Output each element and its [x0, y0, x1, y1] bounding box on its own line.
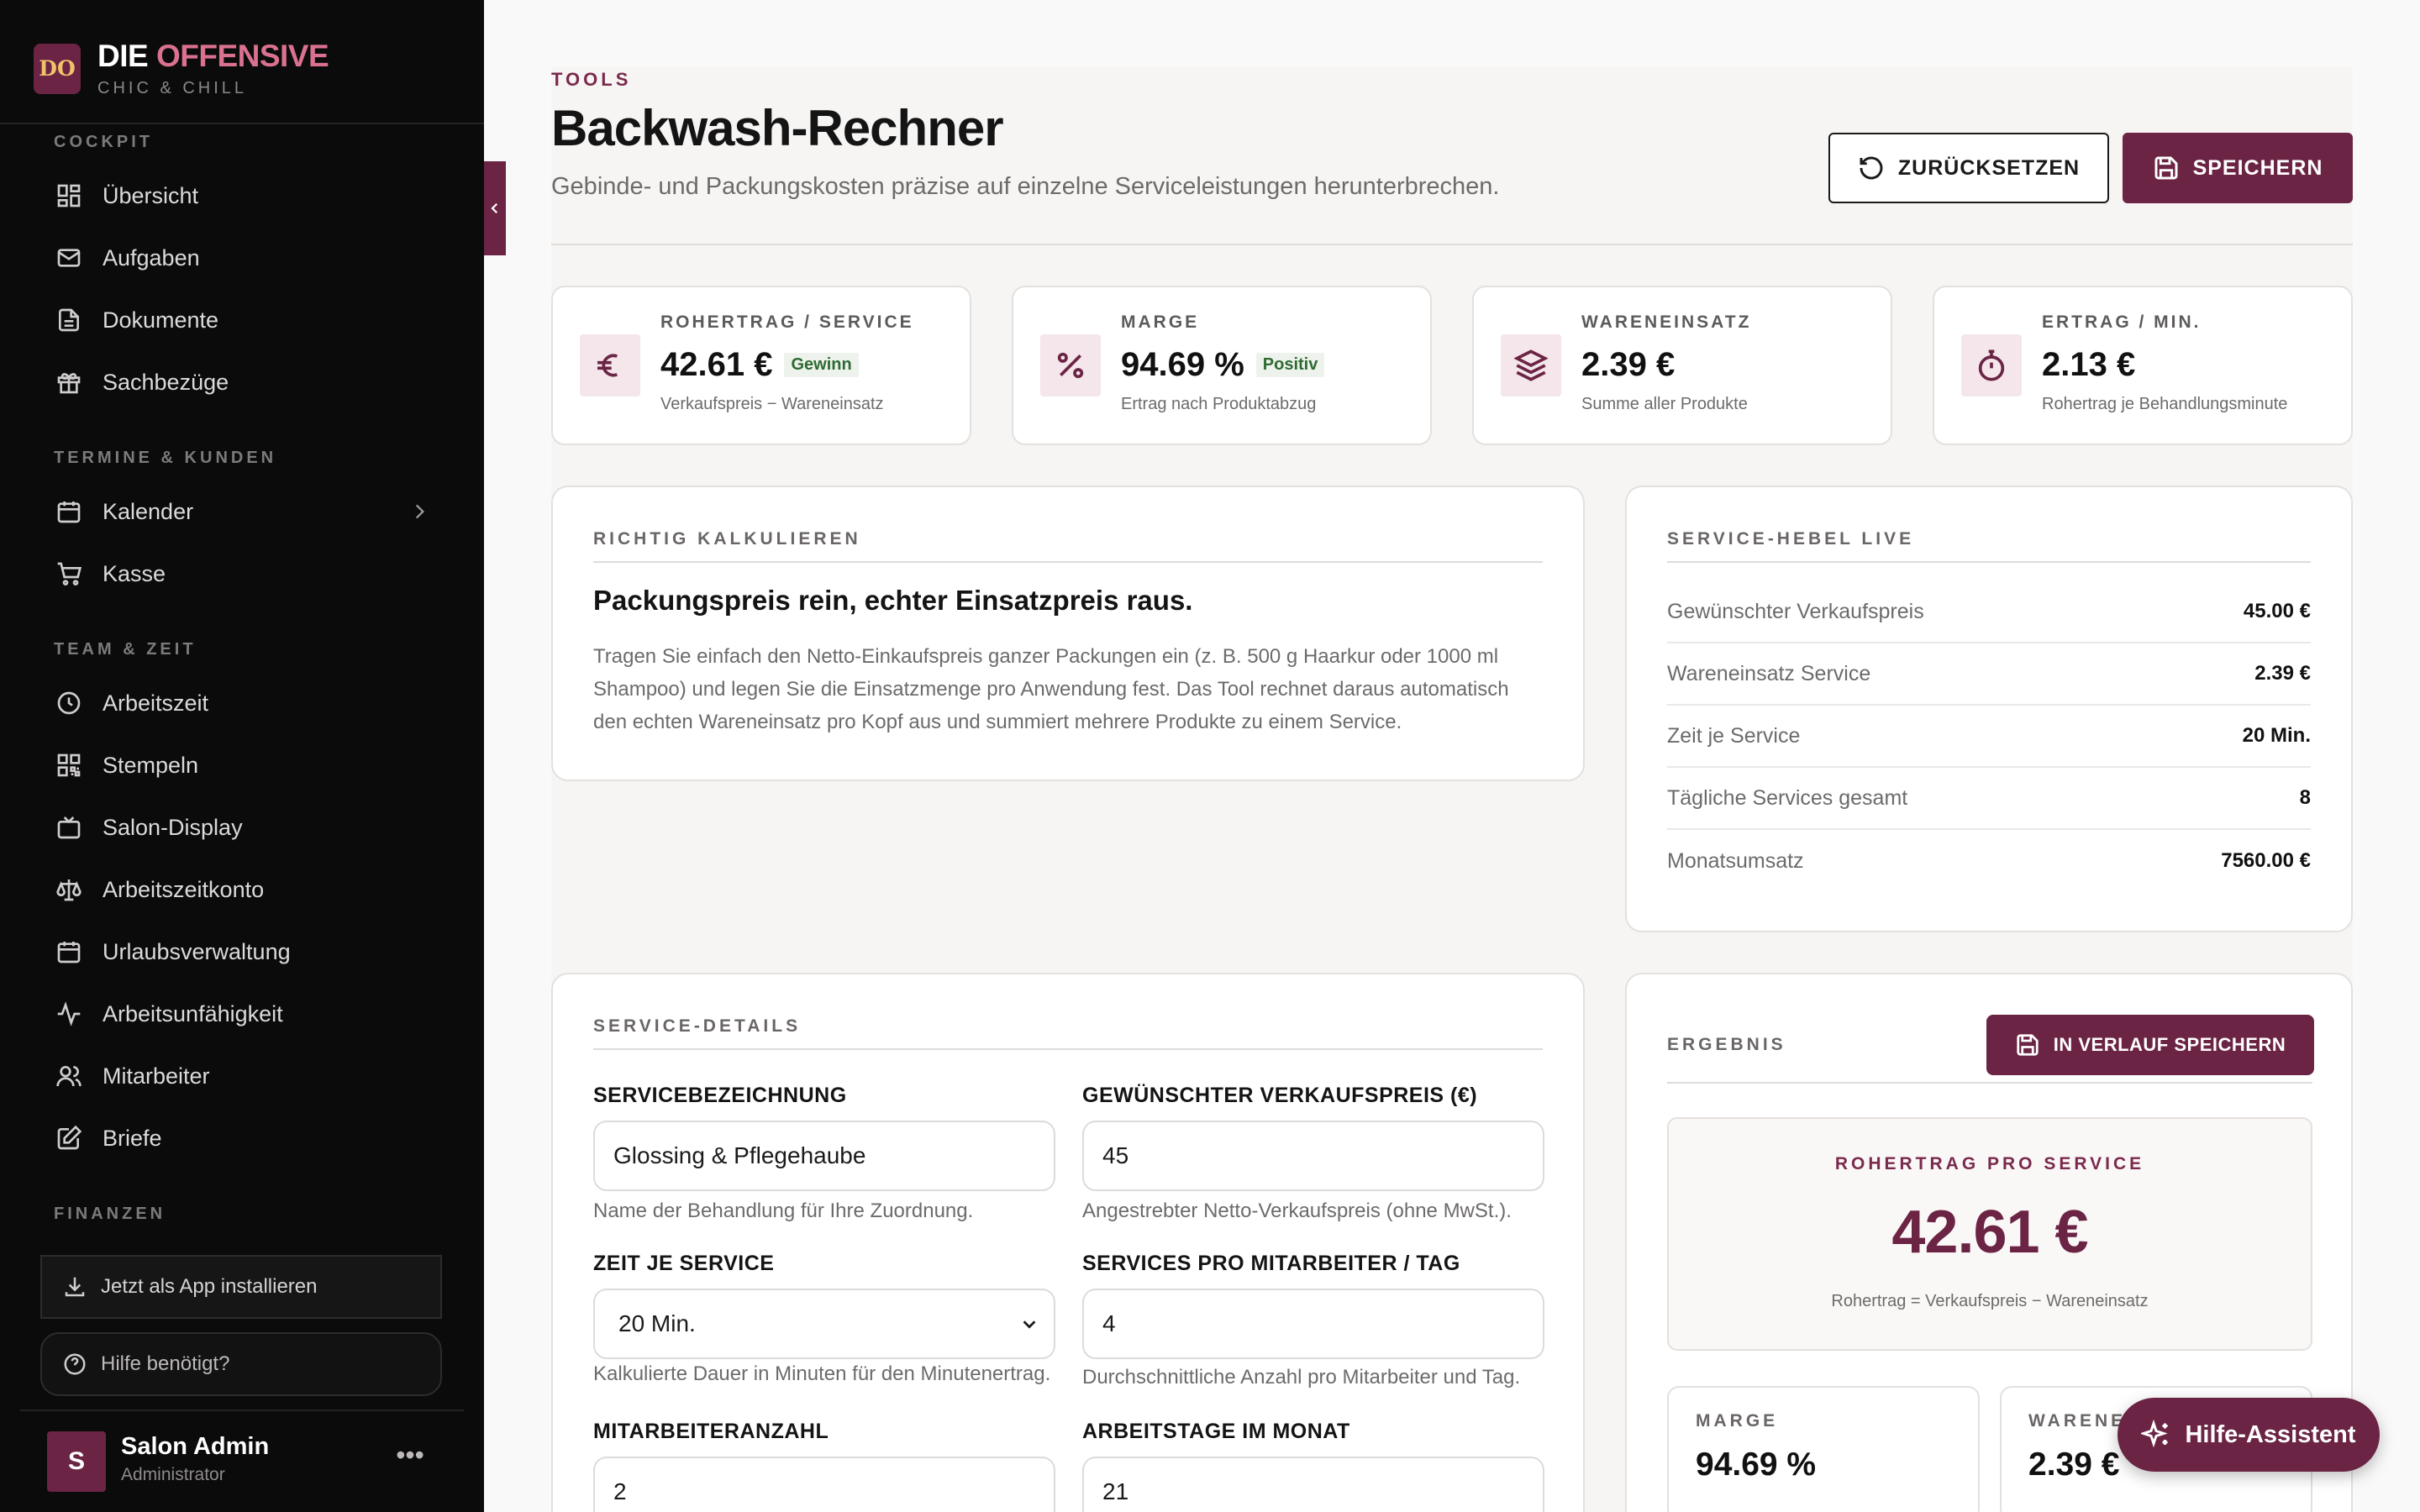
install-app-button[interactable]: Jetzt als App installieren	[40, 1255, 442, 1319]
layers-icon	[1501, 334, 1561, 396]
help-assistant-button[interactable]: Hilfe-Assistent	[2118, 1398, 2380, 1472]
users-icon	[54, 1061, 84, 1091]
lever-row: Tägliche Services gesamt 8	[1667, 768, 2311, 830]
lever-row: Zeit je Service 20 Min.	[1667, 706, 2311, 768]
service-name-input[interactable]: Glossing & Pflegehaube	[593, 1121, 1055, 1191]
brand-subtitle: CHIC & CHILL	[97, 79, 248, 97]
sidebar-item-briefe[interactable]: Briefe	[54, 1115, 430, 1162]
sidebar-item-urlaubsverwaltung[interactable]: Urlaubsverwaltung	[54, 928, 430, 975]
intro-card: RICHTIG KALKULIEREN Packungspreis rein, …	[551, 486, 1585, 781]
kpi-card-ertrag-min: ERTRAG / MIN. 2.13 € Rohertrag je Behand…	[1933, 286, 2353, 445]
sidebar-item-arbeitszeit[interactable]: Arbeitszeit	[54, 680, 430, 727]
result-main: ROHERTRAG PRO SERVICE 42.61 € Rohertrag …	[1667, 1117, 2312, 1351]
sidebar-item-sachbezuege[interactable]: Sachbezüge	[54, 359, 430, 406]
brand-logo: DO	[34, 43, 81, 94]
intro-body: Tragen Sie einfach den Netto-Einkaufspre…	[593, 645, 1509, 733]
save-icon	[2154, 156, 2178, 180]
percent-icon	[1040, 334, 1101, 396]
scale-icon	[54, 874, 84, 905]
avatar[interactable]: S	[47, 1431, 106, 1492]
divider	[551, 244, 2353, 245]
sidebar-item-aufgaben[interactable]: Aufgaben	[54, 234, 430, 281]
gift-icon	[54, 367, 84, 397]
status-badge: Positiv	[1255, 353, 1325, 377]
chevron-right-icon[interactable]	[408, 501, 430, 522]
collapse-sidebar-button[interactable]	[484, 161, 506, 255]
nav-section-cockpit: COCKPIT	[54, 133, 153, 151]
divider	[0, 123, 484, 124]
sidebar-item-arbeitsunfaehigkeit[interactable]: Arbeitsunfähigkeit	[54, 990, 430, 1037]
sidebar: DO DIE OFFENSIVE CHIC & CHILL COCKPIT Üb…	[0, 0, 484, 1512]
clock-icon	[54, 688, 84, 718]
sparkle-icon	[2141, 1420, 2169, 1448]
page-eyebrow: TOOLS	[551, 69, 632, 90]
timer-icon	[1961, 334, 2022, 396]
calendar-icon	[54, 496, 84, 527]
mail-icon	[54, 243, 84, 273]
save-to-history-button[interactable]: IN VERLAUF SPEICHERN	[1986, 1015, 2314, 1075]
status-badge: Gewinn	[784, 353, 859, 377]
tv-icon	[54, 812, 84, 843]
intro-heading: Packungspreis rein, echter Einsatzpreis …	[593, 585, 1193, 616]
employee-count-input[interactable]: 2	[593, 1457, 1055, 1512]
nav-section-termine: TERMINE & KUNDEN	[54, 449, 277, 467]
chevron-left-icon	[491, 202, 498, 214]
cart-icon	[54, 559, 84, 589]
workdays-input[interactable]: 21	[1082, 1457, 1544, 1512]
page-subtitle: Gebinde- und Packungskosten präzise auf …	[551, 173, 1500, 200]
levers-card: SERVICE-HEBEL LIVE Gewünschter Verkaufsp…	[1625, 486, 2353, 932]
sidebar-item-kalender[interactable]: Kalender	[54, 488, 430, 535]
user-role: Administrator	[121, 1465, 225, 1484]
divider	[20, 1410, 464, 1411]
service-details-card: SERVICE-DETAILS SERVICEBEZEICHNUNG Gloss…	[551, 973, 1585, 1512]
reset-icon	[1860, 156, 1883, 180]
lever-row: Gewünschter Verkaufspreis 45.00 €	[1667, 581, 2311, 643]
reset-button[interactable]: ZURÜCKSETZEN	[1828, 133, 2109, 203]
lever-row: Wareneinsatz Service 2.39 €	[1667, 643, 2311, 706]
nav-section-finanzen: FINANZEN	[54, 1205, 166, 1223]
sidebar-item-salon-display[interactable]: Salon-Display	[54, 804, 430, 851]
kpi-card-wareneinsatz: WARENEINSATZ 2.39 € Summe aller Produkte	[1472, 286, 1892, 445]
document-icon	[54, 305, 84, 335]
save-icon	[2017, 1034, 2039, 1056]
nav-section-team: TEAM & ZEIT	[54, 640, 197, 659]
help-button[interactable]: Hilfe benötigt?	[40, 1332, 442, 1396]
sidebar-item-kasse[interactable]: Kasse	[54, 550, 430, 597]
sidebar-item-dokumente[interactable]: Dokumente	[54, 297, 430, 344]
dashboard-icon	[54, 181, 84, 211]
lever-row: Monatsumsatz 7560.00 €	[1667, 848, 2311, 873]
services-per-day-input[interactable]: 4	[1082, 1289, 1544, 1359]
sidebar-item-stempeln[interactable]: Stempeln	[54, 742, 430, 789]
euro-icon	[580, 334, 640, 396]
pulse-icon	[54, 999, 84, 1029]
result-mini-marge: MARGE 94.69 %	[1667, 1386, 1980, 1512]
kpi-card-rohertrag: ROHERTRAG / SERVICE 42.61 € Gewinn Verkau…	[551, 286, 971, 445]
download-icon	[65, 1277, 85, 1297]
page-title: Backwash-Rechner	[551, 100, 1004, 156]
chevron-down-icon	[1023, 1320, 1036, 1329]
save-button[interactable]: SPEICHERN	[2123, 133, 2353, 203]
help-icon	[64, 1353, 86, 1375]
kpi-card-marge: MARGE 94.69 % Positiv Ertrag nach Produkt…	[1012, 286, 1432, 445]
user-name: Salon Admin	[121, 1433, 270, 1460]
brand-title: DIE OFFENSIVE	[97, 39, 329, 73]
edit-icon	[54, 1123, 84, 1153]
result-value: 42.61 €	[1891, 1199, 2088, 1266]
brand[interactable]: DO DIE OFFENSIVE CHIC & CHILL	[34, 39, 329, 98]
calendar-icon	[54, 937, 84, 967]
more-options-icon[interactable]: •••	[393, 1441, 427, 1478]
qr-icon	[54, 750, 84, 780]
price-input[interactable]: 45	[1082, 1121, 1544, 1191]
time-select[interactable]: 20 Min.	[593, 1289, 1055, 1359]
sidebar-item-arbeitszeitkonto[interactable]: Arbeitszeitkonto	[54, 866, 430, 913]
sidebar-item-uebersicht[interactable]: Übersicht	[54, 172, 430, 219]
sidebar-item-mitarbeiter[interactable]: Mitarbeiter	[54, 1053, 430, 1100]
